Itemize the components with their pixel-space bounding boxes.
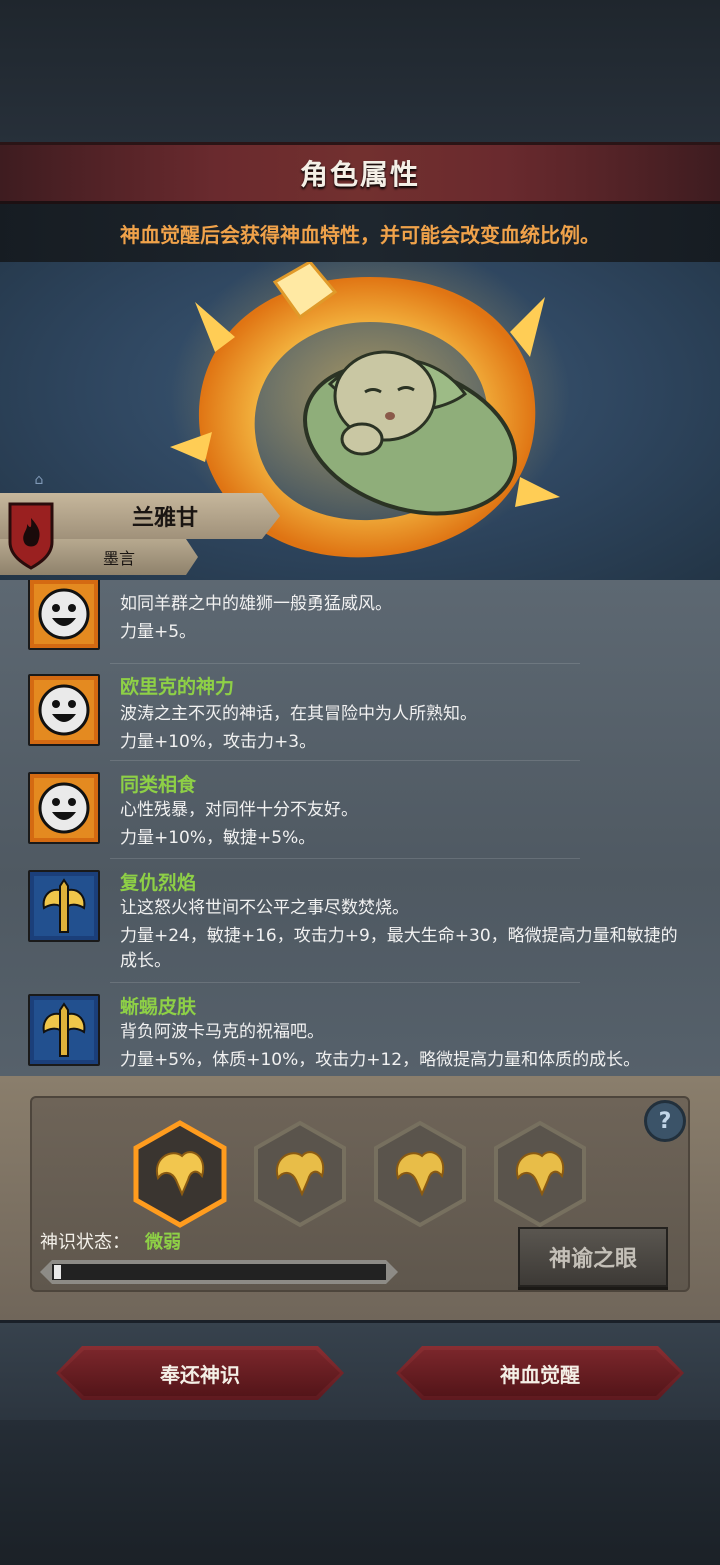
help-button[interactable]: ? bbox=[644, 1100, 686, 1142]
oracle-eye-label: 神谕之眼 bbox=[548, 1247, 637, 1272]
return-divine-sense-label: 奉还神识 bbox=[160, 1362, 240, 1387]
trait-list[interactable]: 如同羊群之中的雄狮一般勇猛威风。 力量+5。 欧里克的神力 波涛之主不灭的神话，… bbox=[0, 580, 720, 1076]
divine-slot[interactable] bbox=[252, 1120, 348, 1228]
subtitle-bar: 神血觉醒后会获得神血特性，并可能会改变血统比例。 bbox=[0, 204, 720, 262]
trait-effect: 力量+5。 bbox=[120, 622, 197, 642]
trait-effect: 力量+10%，敏捷+5%。 bbox=[120, 828, 316, 848]
home-icon: ⌂ bbox=[34, 472, 44, 488]
golden-axe-icon bbox=[28, 994, 100, 1066]
divine-blood-awaken-button[interactable]: 神血觉醒 bbox=[396, 1346, 684, 1400]
trait-effect: 力量+5%，体质+10%，攻击力+12，略微提高力量和体质的成长。 bbox=[120, 1050, 641, 1070]
divine-status-label: 神识状态： bbox=[40, 1232, 130, 1253]
trait-description: 让这怒火将世间不公平之事尽数焚烧。 bbox=[120, 898, 409, 918]
divine-blood-awaken-label: 神血觉醒 bbox=[500, 1362, 580, 1387]
divine-slot[interactable] bbox=[372, 1120, 468, 1228]
trait-effect: 力量+24，敏捷+16，攻击力+9，最大生命+30，略微提高力量和敏捷的成长。 bbox=[120, 926, 678, 971]
divine-slot-active[interactable] bbox=[132, 1120, 228, 1228]
smile-face-icon bbox=[28, 674, 100, 746]
smile-face-icon bbox=[28, 580, 100, 650]
title-banner: 角色属性 bbox=[0, 142, 720, 204]
trait-description: 心性残暴，对同伴十分不友好。 bbox=[120, 800, 358, 820]
golden-axe-icon bbox=[28, 870, 100, 942]
oracle-eye-button[interactable]: 神谕之眼 bbox=[518, 1227, 668, 1287]
swaddled-baby-icon bbox=[303, 350, 517, 516]
trait-name: 欧里克的神力 bbox=[120, 676, 235, 698]
divine-slot[interactable] bbox=[492, 1120, 588, 1228]
page-subtitle: 神血觉醒后会获得神血特性，并可能会改变血统比例。 bbox=[120, 222, 600, 247]
smile-face-icon bbox=[28, 772, 100, 844]
return-divine-sense-button[interactable]: 奉还神识 bbox=[56, 1346, 344, 1400]
divine-progress-fill bbox=[54, 1265, 61, 1279]
trait-description: 背负阿波卡马克的祝福吧。 bbox=[120, 1022, 324, 1042]
divine-progress-track bbox=[52, 1264, 386, 1280]
trait-description: 如同羊群之中的雄狮一般勇猛威风。 bbox=[120, 594, 392, 614]
trait-description: 波涛之主不灭的神话，在其冒险中为人所熟知。 bbox=[120, 704, 477, 724]
divider bbox=[110, 858, 580, 859]
character-subname: 墨言 bbox=[102, 549, 135, 568]
divine-status-value: 微弱 bbox=[145, 1232, 181, 1253]
divider bbox=[110, 663, 580, 664]
bottom-background bbox=[0, 1420, 720, 1565]
trait-effect: 力量+10%，攻击力+3。 bbox=[120, 732, 317, 752]
trait-name: 同类相食 bbox=[120, 774, 197, 796]
divider bbox=[110, 760, 580, 761]
page-title: 角色属性 bbox=[299, 158, 420, 191]
divider bbox=[110, 982, 580, 983]
trait-name: 蜥蜴皮肤 bbox=[120, 996, 197, 1018]
flame-shield-icon bbox=[8, 502, 54, 570]
top-background bbox=[0, 0, 720, 145]
character-name: 兰雅甘 bbox=[131, 506, 198, 531]
trait-name: 复仇烈焰 bbox=[120, 872, 197, 894]
